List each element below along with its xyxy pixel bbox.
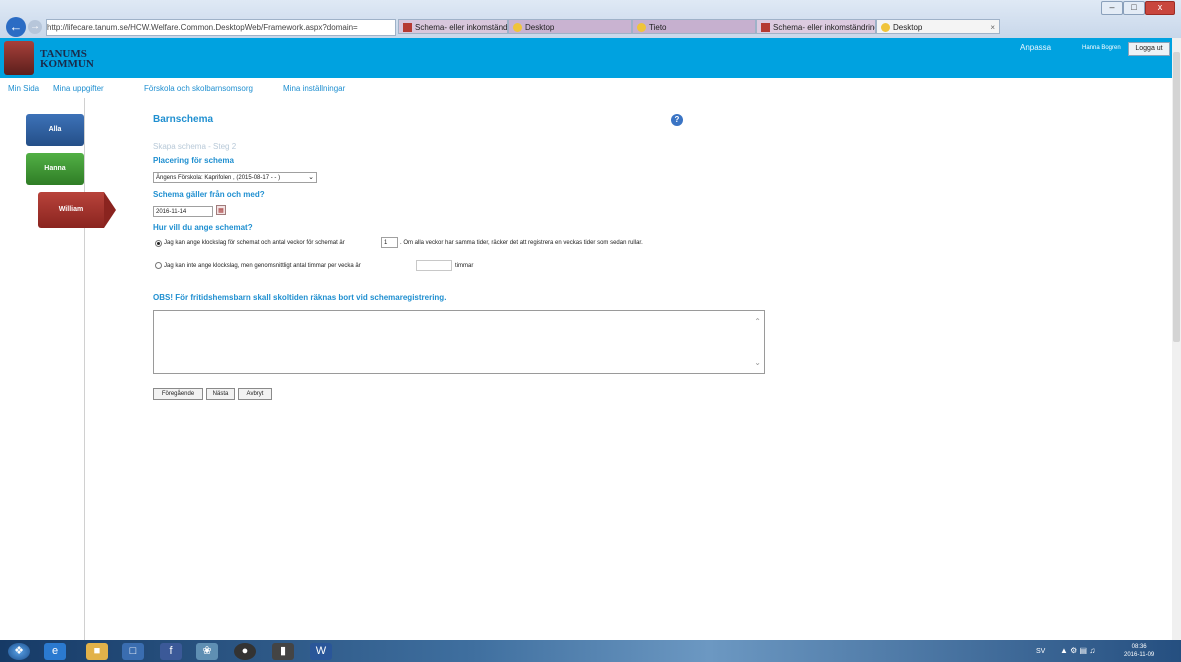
ie-icon[interactable]: e — [44, 643, 66, 660]
close-window-button[interactable]: x — [1145, 1, 1175, 15]
step-indicator: Skapa schema - Steg 2 — [153, 142, 237, 151]
placement-select[interactable]: Ängens Förskola: Kaprifolen , (2015-08-1… — [153, 172, 317, 183]
menu-item-installningar[interactable]: Mina inställningar — [283, 84, 345, 93]
option2-text-a: Jag kan inte ange klockslag, men genomsn… — [164, 263, 361, 269]
option1-text-a: Jag kan ange klockslag för schemat och a… — [164, 240, 345, 246]
close-tab-icon[interactable]: × — [990, 20, 995, 33]
valid-from-label: Schema gäller från och med? — [153, 190, 265, 199]
tray-icons[interactable]: ▲ ⚙ ▤ ♫ — [1060, 646, 1095, 655]
municipality-name: TANUMS KOMMUN — [40, 49, 94, 70]
ie-icon — [513, 23, 522, 33]
option1-text-b: . Om alla veckor har samma tider, räcker… — [400, 240, 643, 246]
folder-icon[interactable]: ■ — [86, 643, 108, 660]
menu-item-mina-uppgifter[interactable]: Mina uppgifter — [53, 84, 104, 93]
next-button[interactable]: Nästa — [206, 388, 235, 400]
child-tab-alla[interactable]: Alla — [26, 114, 84, 146]
how-label: Hur vill du ange schemat? — [153, 223, 253, 232]
option2-radio[interactable] — [155, 262, 162, 269]
valid-from-input[interactable]: 2016-11-14 — [153, 206, 213, 217]
page-icon — [761, 23, 770, 33]
browser-tab[interactable]: Tieto — [632, 19, 756, 34]
url-text: http://lifecare.tanum.se/HCW.Welfare.Com… — [47, 23, 358, 32]
media-player-icon[interactable]: ● — [234, 643, 256, 660]
ie-icon — [637, 23, 646, 33]
notice-text: OBS! För fritidshemsbarn skall skoltiden… — [153, 293, 447, 302]
option2-text-b: timmar — [455, 263, 474, 269]
tab-label: Schema- eller inkomständring ... — [773, 23, 876, 32]
child-tab-william[interactable]: William — [38, 192, 104, 228]
paint-icon[interactable]: ❀ — [196, 643, 218, 660]
tab-label: Desktop — [525, 23, 555, 32]
scroll-down-icon[interactable]: ⌄ — [754, 358, 761, 367]
clock-date: 2016-11-09 — [1124, 652, 1155, 658]
clock-time: 08:36 — [1131, 644, 1147, 650]
chevron-down-icon: ⌄ — [308, 174, 314, 181]
placement-label: Placering för schema — [153, 156, 234, 165]
municipality-line2: KOMMUN — [40, 58, 94, 70]
tab-label: Desktop — [893, 23, 923, 32]
facebook-icon[interactable]: f — [160, 643, 182, 660]
window-titlebar — [0, 0, 1181, 14]
selected-tab-arrow — [104, 192, 116, 228]
app-header — [0, 38, 1181, 78]
page-title: Barnschema — [153, 114, 214, 125]
language-indicator[interactable]: SV — [1036, 648, 1045, 655]
browser-tab-active[interactable]: Desktop × — [876, 19, 1000, 34]
customize-link[interactable]: Anpassa — [1020, 43, 1051, 52]
previous-button[interactable]: Föregående — [153, 388, 203, 400]
start-orb-icon[interactable]: ❖ — [8, 643, 30, 660]
word-icon[interactable]: W — [310, 643, 332, 660]
pen-tool-icon[interactable]: ▮ — [272, 643, 294, 660]
municipality-crest-icon — [4, 41, 34, 75]
forward-arrow-icon[interactable]: → — [28, 20, 42, 34]
ie-icon — [881, 23, 890, 33]
cancel-button[interactable]: Avbryt — [238, 388, 272, 400]
page-icon — [403, 23, 412, 33]
minimize-button[interactable]: – — [1101, 1, 1123, 15]
browser-tab[interactable]: Desktop — [508, 19, 632, 34]
calendar-icon[interactable]: ▦ — [216, 205, 226, 215]
outlook-icon[interactable]: □ — [122, 643, 144, 660]
browser-tab[interactable]: Schema- eller inkomständring ... — [398, 19, 508, 34]
address-bar[interactable]: http://lifecare.tanum.se/HCW.Welfare.Com… — [46, 19, 396, 36]
scroll-up-icon[interactable]: ⌃ — [754, 317, 761, 326]
child-tab-hanna[interactable]: Hanna — [26, 153, 84, 185]
user-name: Hanna Bogren — [1082, 45, 1121, 51]
weeks-input[interactable]: 1 — [381, 237, 398, 248]
browser-tab[interactable]: Schema- eller inkomständring ... — [756, 19, 876, 34]
tab-label: Tieto — [649, 23, 667, 32]
comment-textarea[interactable]: ⌃ ⌄ — [153, 310, 765, 374]
placement-value: Ängens Förskola: Kaprifolen , (2015-08-1… — [156, 175, 281, 181]
menu-item-forskola[interactable]: Förskola och skolbarnsomsorg — [144, 84, 253, 93]
hours-input[interactable] — [416, 260, 452, 271]
maximize-button[interactable]: □ — [1123, 1, 1145, 15]
help-icon[interactable]: ? — [671, 114, 683, 126]
back-arrow-icon[interactable]: ← — [6, 17, 26, 37]
menu-item-min-sida[interactable]: Min Sida — [8, 84, 39, 93]
option1-radio[interactable] — [155, 240, 162, 247]
system-clock[interactable]: 08:36 2016-11-09 — [1124, 643, 1154, 659]
tab-label: Schema- eller inkomständring ... — [415, 23, 508, 32]
scrollbar-thumb[interactable] — [1173, 52, 1180, 342]
logout-button[interactable]: Logga ut — [1128, 42, 1170, 56]
